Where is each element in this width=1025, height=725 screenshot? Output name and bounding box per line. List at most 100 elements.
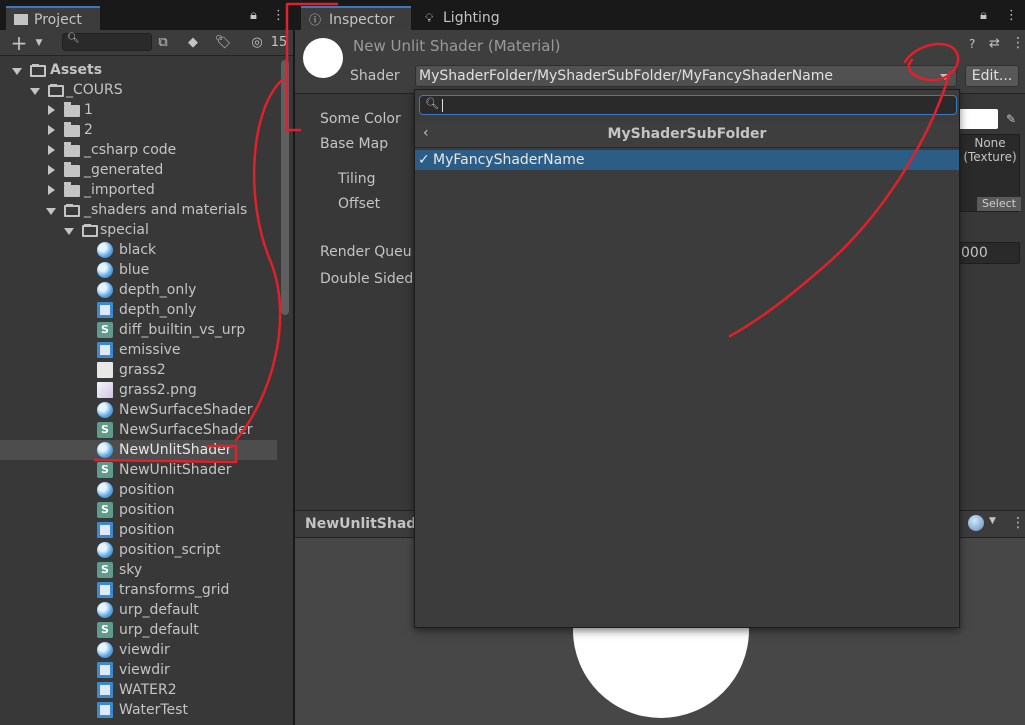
- tab-inspector[interactable]: ⓘ Inspector: [301, 6, 411, 30]
- kebab-menu-icon[interactable]: ⋮: [272, 8, 285, 23]
- kebab-menu-icon[interactable]: ⋮: [1011, 35, 1025, 51]
- tree-label: 1: [84, 102, 93, 118]
- tree-row[interactable]: depth_only: [0, 300, 277, 320]
- tab-lighting[interactable]: 💡︎ Lighting: [415, 6, 515, 30]
- material-header: New Unlit Shader (Material) ? ⇄ ⋮ Shader…: [295, 30, 1025, 94]
- tree-row[interactable]: viewdir: [0, 640, 277, 660]
- folder-icon: [64, 142, 80, 157]
- tree-row[interactable]: WATER2: [0, 680, 277, 700]
- expand-arrow-icon[interactable]: [48, 145, 55, 155]
- tree-row[interactable]: special: [0, 220, 277, 240]
- preview-sphere-icon[interactable]: [968, 515, 984, 531]
- tree-row[interactable]: _csharp code: [0, 140, 277, 160]
- tree-row[interactable]: position: [0, 520, 277, 540]
- texture-none-label: None (Texture): [959, 136, 1021, 164]
- folder-open-icon: [82, 224, 98, 237]
- tree-label: _COURS: [66, 82, 123, 98]
- tree-row[interactable]: WaterTest: [0, 700, 277, 720]
- tree-row[interactable]: black: [0, 240, 277, 260]
- project-scrollbar[interactable]: [281, 60, 289, 315]
- expand-arrow-icon[interactable]: [48, 125, 55, 135]
- search-icon: 🔍︎: [67, 33, 80, 44]
- tree-row[interactable]: emissive: [0, 340, 277, 360]
- shader-search-input[interactable]: 🔍︎: [419, 95, 957, 115]
- tree-label: transforms_grid: [119, 582, 230, 598]
- tree-row[interactable]: S urp_default: [0, 620, 277, 640]
- tree-row[interactable]: 1: [0, 100, 277, 120]
- help-icon[interactable]: ?: [969, 37, 975, 51]
- tree-row[interactable]: urp_default: [0, 600, 277, 620]
- tree-row[interactable]: Assets: [0, 60, 277, 80]
- shader-dropdown[interactable]: MyShaderFolder/MyShaderSubFolder/MyFancy…: [415, 65, 957, 87]
- create-plus-icon[interactable]: +: [10, 33, 28, 53]
- tree-row[interactable]: grass2: [0, 360, 277, 380]
- render-queue-field[interactable]: 000: [958, 242, 1020, 264]
- expand-arrow-icon[interactable]: [48, 165, 55, 175]
- tree-row[interactable]: viewdir: [0, 660, 277, 680]
- shader-graph-icon: [97, 582, 113, 598]
- tree-row[interactable]: S position: [0, 500, 277, 520]
- preset-icon[interactable]: ⇄: [989, 36, 1000, 51]
- search-mode-icon[interactable]: ⧉: [154, 34, 172, 52]
- popup-folder-header: ‹ MyShaderSubFolder: [415, 122, 959, 148]
- shader-graph-icon: [97, 702, 113, 718]
- filter-label-icon[interactable]: 🏷︎: [214, 34, 232, 52]
- kebab-menu-icon[interactable]: ⋮: [1005, 8, 1018, 23]
- expand-arrow-icon[interactable]: [48, 105, 55, 115]
- lock-icon[interactable]: 🔒︎: [250, 8, 257, 23]
- eyedropper-icon[interactable]: ✎: [1002, 110, 1020, 128]
- tree-label: WaterTest: [119, 702, 188, 718]
- tree-label: sky: [119, 562, 143, 578]
- texture-slot[interactable]: None (Texture) Select: [958, 134, 1021, 212]
- prop-double-sided: Double Sided: [320, 271, 414, 287]
- shader-icon: S: [97, 322, 113, 338]
- chevron-down-icon[interactable]: ▼: [30, 34, 48, 52]
- tree-label: black: [119, 242, 157, 258]
- chevron-down-icon[interactable]: ▼: [989, 516, 996, 526]
- tree-row[interactable]: 2: [0, 120, 277, 140]
- tree-row[interactable]: _COURS: [0, 80, 277, 100]
- material-icon: [97, 262, 113, 278]
- folder-open-icon: [48, 84, 64, 97]
- expand-arrow-icon[interactable]: [64, 228, 74, 235]
- tree-row[interactable]: _imported: [0, 180, 277, 200]
- edit-shader-button[interactable]: Edit...: [965, 65, 1019, 87]
- filter-type-icon[interactable]: ◆: [184, 34, 202, 52]
- tree-row[interactable]: depth_only: [0, 280, 277, 300]
- lightbulb-icon: 💡︎: [425, 11, 434, 25]
- hidden-toggle-icon[interactable]: ◎: [248, 34, 266, 52]
- material-icon: [97, 442, 113, 458]
- tree-row-selected[interactable]: NewUnlitShader: [0, 440, 277, 460]
- tree-label: urp_default: [119, 622, 199, 638]
- project-search-input[interactable]: 🔍︎: [62, 33, 152, 51]
- tree-label: position: [119, 482, 175, 498]
- material-icon: [97, 542, 113, 558]
- kebab-menu-icon[interactable]: ⋮: [1011, 515, 1025, 531]
- expand-arrow-icon[interactable]: [30, 88, 40, 95]
- tree-label: NewUnlitShader: [119, 442, 232, 458]
- tree-row[interactable]: _shaders and materials: [0, 200, 277, 220]
- tree-row[interactable]: S sky: [0, 560, 277, 580]
- tree-row[interactable]: position_script: [0, 540, 277, 560]
- tab-project[interactable]: Project: [6, 6, 100, 30]
- shader-list-item[interactable]: ✓ MyFancyShaderName: [415, 150, 959, 170]
- tree-row[interactable]: S diff_builtin_vs_urp: [0, 320, 277, 340]
- tree-row[interactable]: S NewSurfaceShader: [0, 420, 277, 440]
- expand-arrow-icon[interactable]: [48, 185, 55, 195]
- tree-row[interactable]: blue: [0, 260, 277, 280]
- expand-arrow-icon[interactable]: [12, 68, 22, 75]
- info-icon: ⓘ: [309, 13, 322, 27]
- expand-arrow-icon[interactable]: [46, 208, 56, 215]
- material-icon: [97, 402, 113, 418]
- tree-label: WATER2: [119, 682, 177, 698]
- tree-row[interactable]: _generated: [0, 160, 277, 180]
- tree-row[interactable]: position: [0, 480, 277, 500]
- tree-row[interactable]: grass2.png: [0, 380, 277, 400]
- texture-select-button[interactable]: Select: [977, 197, 1021, 211]
- folder-icon: [14, 14, 28, 25]
- color-swatch[interactable]: [958, 109, 998, 129]
- tree-row[interactable]: transforms_grid: [0, 580, 277, 600]
- tree-row[interactable]: S NewUnlitShader: [0, 460, 277, 480]
- tree-row[interactable]: NewSurfaceShader: [0, 400, 277, 420]
- lock-icon[interactable]: 🔒︎: [980, 8, 987, 23]
